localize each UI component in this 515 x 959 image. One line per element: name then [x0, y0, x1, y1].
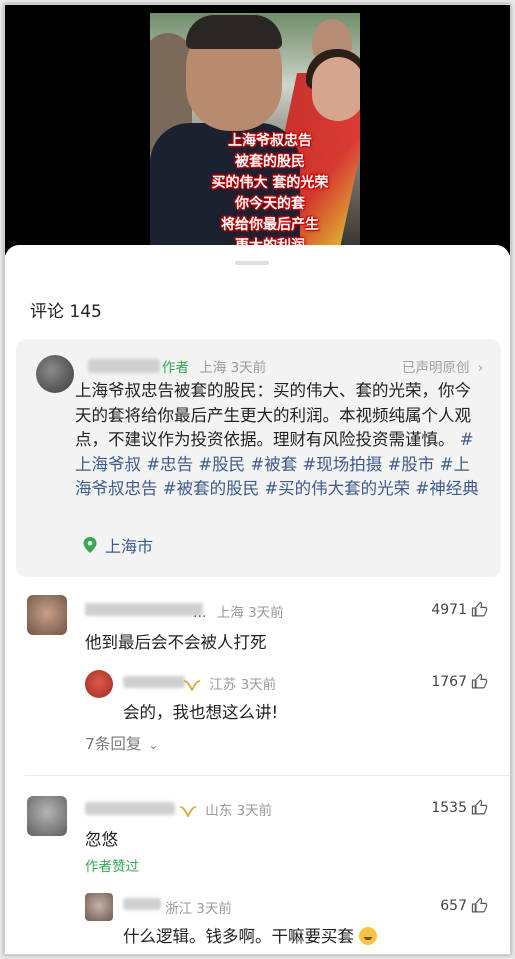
- caption-line: 被套的股民: [235, 154, 305, 170]
- comment-text: 他到最后会不会被人打死: [85, 633, 267, 652]
- replies-count-label: 7条回复: [85, 735, 142, 753]
- reply-meta: 浙江 3天前: [165, 897, 232, 917]
- post-body: 上海爷叔忠告被套的股民：买的伟大、套的光荣，你今天的套将给你最后产生更大的利润。…: [75, 381, 471, 449]
- like-button[interactable]: 1535: [431, 799, 488, 816]
- like-button[interactable]: 4971: [431, 601, 488, 618]
- caption-line: 你今天的套: [235, 196, 305, 212]
- commenter-avatar[interactable]: [27, 595, 67, 635]
- thumbs-up-icon: [471, 897, 488, 913]
- liked-by-author-badge: 作者赞过: [85, 859, 139, 875]
- comment-text: 忽悠: [85, 830, 118, 849]
- commenter-username-blurred[interactable]: [85, 603, 203, 616]
- speaker-hair: [186, 15, 282, 49]
- phone-screen: 上海爷叔忠告 被套的股民 买的伟大 套的光荣 你今天的套 将给你最后产生 更大的…: [4, 4, 511, 955]
- reply-text: 什么逻辑。钱多啊。干嘛要买套: [123, 923, 378, 947]
- author-post-text: 上海爷叔忠告被套的股民：买的伟大、套的光荣，你今天的套将给你最后产生更大的利润。…: [75, 379, 485, 502]
- sweat-smile-emoji-icon: [359, 927, 378, 945]
- reply-location-time: 江苏 3天前: [209, 677, 277, 693]
- like-count: 1535: [431, 799, 467, 816]
- reply-text: 会的，我也想这么讲!: [123, 703, 279, 722]
- caption-line: 将给你最后产生: [221, 217, 319, 233]
- hashtag[interactable]: #被套的股民: [163, 479, 259, 498]
- vip-badge-icon: [183, 680, 201, 691]
- like-count: 4971: [431, 601, 467, 618]
- declaration-label: 已声明原创: [402, 360, 470, 376]
- hashtag[interactable]: #股市: [388, 455, 435, 474]
- post-location[interactable]: 上海市: [83, 533, 153, 557]
- commenter-avatar[interactable]: [27, 796, 67, 836]
- comments-count-title: 评论 145: [30, 302, 102, 322]
- video-caption: 上海爷叔忠告 被套的股民 买的伟大 套的光荣 你今天的套 将给你最后产生 更大的…: [180, 131, 360, 253]
- hashtag[interactable]: #被套: [250, 455, 297, 474]
- comment-meta: … 上海 3天前: [193, 601, 284, 621]
- reply-avatar[interactable]: [85, 893, 113, 921]
- thumbs-up-icon: [471, 601, 488, 617]
- like-button[interactable]: 1767: [431, 673, 488, 690]
- username-ellipsis: …: [193, 605, 207, 621]
- video-player[interactable]: 上海爷叔忠告 被套的股民 买的伟大 套的光荣 你今天的套 将给你最后产生 更大的…: [5, 5, 510, 255]
- author-username-blurred[interactable]: [88, 359, 160, 373]
- like-button[interactable]: 657: [440, 897, 488, 914]
- location-pin-icon: [83, 537, 97, 553]
- hashtag[interactable]: #神经典: [415, 479, 478, 498]
- reply-text-content: 什么逻辑。钱多啊。干嘛要买套: [123, 927, 354, 946]
- author-tag: 作者: [162, 360, 189, 376]
- hashtag[interactable]: #股民: [198, 455, 245, 474]
- caption-line: 买的伟大 套的光荣: [211, 175, 329, 191]
- comments-sheet: 评论 145 作者 上海 3天前 已声明原创 › 上海爷叔忠告被套的股民：买的伟…: [5, 245, 510, 954]
- vip-badge-icon: [179, 806, 197, 817]
- reply-meta: 江苏 3天前: [183, 673, 276, 693]
- reply-username-blurred[interactable]: [123, 676, 185, 688]
- comment-location-time: 山东 3天前: [205, 803, 273, 819]
- chevron-right-icon: ›: [477, 360, 484, 376]
- comment-location-time: 上海 3天前: [216, 605, 284, 621]
- comment-meta: 山东 3天前: [179, 799, 272, 819]
- location-label: 上海市: [105, 537, 154, 556]
- commenter-username-blurred[interactable]: [85, 802, 175, 815]
- like-count: 1767: [431, 673, 467, 690]
- expand-replies-link[interactable]: 7条回复 ⌄: [85, 732, 158, 754]
- like-count: 657: [440, 897, 467, 914]
- chevron-down-icon: ⌄: [148, 738, 159, 752]
- comment-divider: [25, 775, 510, 776]
- author-avatar[interactable]: [36, 355, 74, 393]
- hashtag[interactable]: #买的伟大套的光荣: [264, 479, 410, 498]
- hashtag[interactable]: #现场拍摄: [302, 455, 382, 474]
- video-frame[interactable]: 上海爷叔忠告 被套的股民 买的伟大 套的光荣 你今天的套 将给你最后产生 更大的…: [150, 13, 360, 253]
- author-meta: 作者 上海 3天前: [162, 356, 266, 376]
- reply-username-blurred[interactable]: [123, 898, 161, 910]
- bystander-face: [312, 57, 360, 121]
- thumbs-up-icon: [471, 673, 488, 689]
- reply-location-time: 浙江 3天前: [165, 901, 232, 917]
- reply-avatar[interactable]: [85, 670, 113, 698]
- author-location-time: 上海 3天前: [199, 360, 267, 376]
- caption-line: 上海爷叔忠告: [228, 133, 312, 149]
- thumbs-up-icon: [471, 799, 488, 815]
- sheet-drag-handle[interactable]: [235, 261, 269, 265]
- hashtag[interactable]: #忠告: [146, 455, 193, 474]
- original-declaration[interactable]: 已声明原创 ›: [402, 356, 483, 376]
